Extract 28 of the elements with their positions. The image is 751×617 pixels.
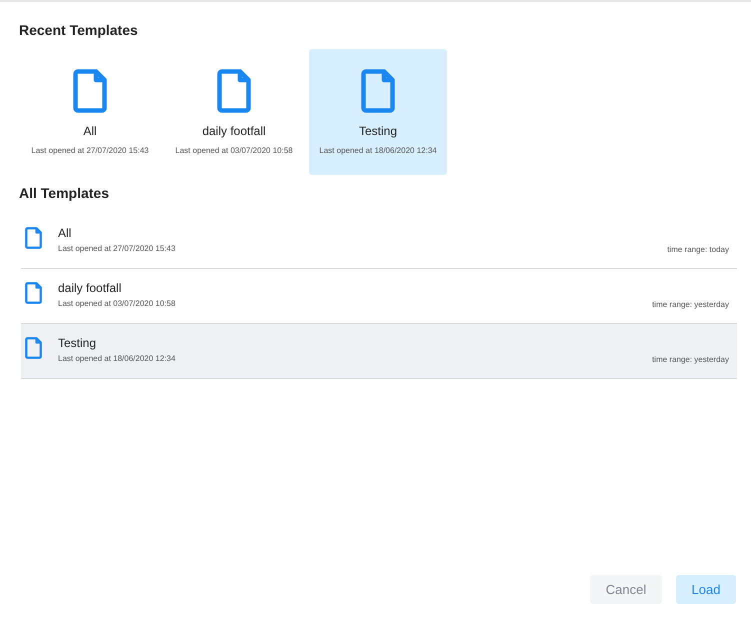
template-row[interactable]: All Last opened at 27/07/2020 15:43 time range: today — [21, 214, 737, 269]
document-icon — [217, 69, 251, 113]
template-name: daily footfall — [202, 124, 266, 138]
time-range-text: time range: yesterday — [652, 355, 729, 364]
template-card[interactable]: Testing Last opened at 18/06/2020 12:34 — [309, 49, 447, 175]
time-range-text: time range: yesterday — [652, 300, 729, 309]
last-opened-text: Last opened at 27/07/2020 15:43 — [58, 244, 176, 253]
document-icon — [25, 227, 42, 249]
last-opened-text: Last opened at 18/06/2020 12:34 — [58, 354, 176, 363]
template-name: Testing — [358, 124, 398, 138]
document-icon — [25, 282, 42, 304]
section-heading: All Templates — [19, 185, 110, 203]
template-card[interactable]: All Last opened at 27/07/2020 15:43 — [21, 49, 159, 175]
last-opened-text: Last opened at 03/07/2020 10:58 — [58, 299, 176, 308]
last-opened-text: Last opened at 27/07/2020 15:43 — [31, 146, 149, 155]
document-icon — [361, 69, 395, 113]
document-icon — [25, 337, 42, 359]
template-name: All — [83, 124, 97, 138]
last-opened-text: Last opened at 03/07/2020 10:58 — [175, 146, 293, 155]
template-card[interactable]: daily footfall Last opened at 03/07/2020 10:58 — [165, 49, 303, 175]
template-row[interactable]: Testing Last opened at 18/06/2020 12:34 time range: yesterday — [21, 324, 737, 379]
template-name: All — [58, 226, 72, 240]
last-opened-text: Last opened at 18/06/2020 12:34 — [319, 146, 437, 155]
template-name: Testing — [58, 336, 98, 350]
section-heading: Recent Templates — [19, 22, 139, 40]
document-icon — [73, 69, 107, 113]
time-range-text: time range: today — [667, 245, 729, 254]
template-name: daily footfall — [58, 281, 122, 295]
